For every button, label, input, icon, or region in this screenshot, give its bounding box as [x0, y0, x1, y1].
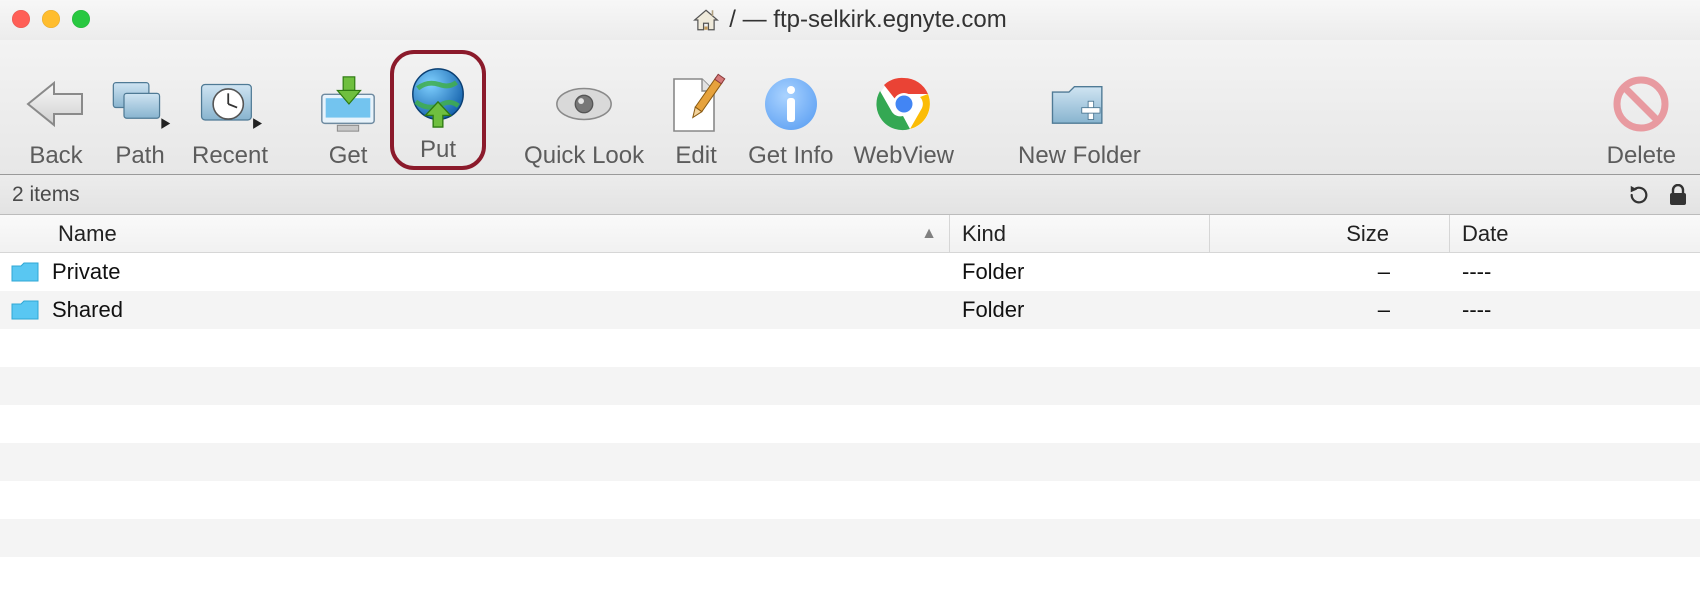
- column-header-date[interactable]: Date: [1450, 215, 1700, 252]
- empty-row: [0, 481, 1700, 519]
- newfolder-button[interactable]: New Folder: [1008, 50, 1151, 170]
- column-header-size-label: Size: [1346, 221, 1389, 247]
- item-kind: Folder: [962, 297, 1024, 322]
- quicklook-button[interactable]: Quick Look: [514, 50, 654, 170]
- info-icon: [759, 72, 823, 136]
- empty-row: [0, 367, 1700, 405]
- item-size: –: [1378, 259, 1390, 284]
- edit-button[interactable]: Edit: [654, 50, 738, 170]
- window-controls: [12, 10, 90, 28]
- path-label: Path: [115, 142, 164, 170]
- close-window-button[interactable]: [12, 10, 30, 28]
- item-count: 2 items: [12, 183, 80, 207]
- folder-icon: [10, 298, 40, 322]
- item-name: Private: [52, 259, 120, 285]
- path-button[interactable]: Path: [98, 50, 182, 170]
- file-list: Private Folder – ---- Shared Folder – --…: [0, 253, 1700, 595]
- back-button[interactable]: Back: [14, 50, 98, 170]
- delete-prohibit-icon: [1609, 72, 1673, 136]
- delete-button[interactable]: Delete: [1597, 50, 1686, 170]
- put-button[interactable]: Put: [390, 50, 486, 170]
- item-date: ----: [1462, 297, 1491, 322]
- get-button[interactable]: Get: [306, 50, 390, 170]
- eye-icon: [552, 72, 616, 136]
- column-headers: Name ▲ Kind Size Date: [0, 215, 1700, 253]
- toolbar: Back Path: [0, 40, 1700, 175]
- recent-button[interactable]: Recent: [182, 50, 278, 170]
- back-arrow-icon: [24, 72, 88, 136]
- item-size: –: [1378, 297, 1390, 322]
- quicklook-label: Quick Look: [524, 142, 644, 170]
- list-item[interactable]: Private Folder – ----: [0, 253, 1700, 291]
- column-header-kind-label: Kind: [962, 221, 1006, 247]
- column-header-name-label: Name: [58, 221, 117, 247]
- column-header-kind[interactable]: Kind: [950, 215, 1210, 252]
- webview-button[interactable]: WebView: [844, 50, 965, 170]
- zoom-window-button[interactable]: [72, 10, 90, 28]
- chrome-browser-icon: [872, 72, 936, 136]
- column-header-name[interactable]: Name ▲: [0, 215, 950, 252]
- recent-label: Recent: [192, 142, 268, 170]
- webview-label: WebView: [854, 142, 955, 170]
- download-to-computer-icon: [316, 72, 380, 136]
- edit-doc-pencil-icon: [664, 72, 728, 136]
- column-header-size[interactable]: Size: [1210, 215, 1450, 252]
- get-label: Get: [329, 142, 368, 170]
- folder-icon: [10, 260, 40, 284]
- recent-clock-icon: [198, 72, 262, 136]
- window-title: / — ftp-selkirk.egnyte.com: [729, 6, 1006, 34]
- new-folder-icon: [1047, 72, 1111, 136]
- edit-label: Edit: [675, 142, 716, 170]
- lock-icon[interactable]: [1668, 184, 1688, 206]
- newfolder-label: New Folder: [1018, 142, 1141, 170]
- titlebar: / — ftp-selkirk.egnyte.com: [0, 0, 1700, 40]
- empty-row: [0, 557, 1700, 595]
- status-bar: 2 items: [0, 175, 1700, 215]
- window-title-group: / — ftp-selkirk.egnyte.com: [693, 6, 1006, 34]
- getinfo-label: Get Info: [748, 142, 833, 170]
- empty-row: [0, 329, 1700, 367]
- column-header-date-label: Date: [1462, 221, 1508, 247]
- back-label: Back: [29, 142, 82, 170]
- put-label: Put: [420, 136, 456, 164]
- empty-row: [0, 443, 1700, 481]
- delete-label: Delete: [1607, 142, 1676, 170]
- sort-ascending-icon: ▲: [921, 225, 937, 243]
- path-folders-icon: [108, 72, 172, 136]
- list-item[interactable]: Shared Folder – ----: [0, 291, 1700, 329]
- upload-globe-icon: [406, 66, 470, 130]
- empty-row: [0, 405, 1700, 443]
- minimize-window-button[interactable]: [42, 10, 60, 28]
- getinfo-button[interactable]: Get Info: [738, 50, 843, 170]
- home-icon: [693, 7, 719, 33]
- refresh-button[interactable]: [1628, 184, 1650, 206]
- empty-row: [0, 519, 1700, 557]
- item-name: Shared: [52, 297, 123, 323]
- item-date: ----: [1462, 259, 1491, 284]
- item-kind: Folder: [962, 259, 1024, 284]
